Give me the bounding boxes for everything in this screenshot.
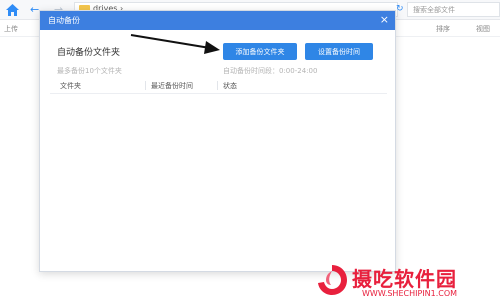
back-icon[interactable]: ← <box>30 3 39 16</box>
watermark-url: WWW.SHECHIPIN1.COM <box>362 289 458 298</box>
add-backup-folder-button[interactable]: 添加备份文件夹 <box>223 43 297 60</box>
set-backup-time-button[interactable]: 设置备份时间 <box>305 43 373 60</box>
backup-time-hint: 自动备份时间段：0:00-24:00 <box>223 67 318 75</box>
dialog-header: 自动备份 × <box>40 11 395 30</box>
dialog-title: 自动备份 <box>48 16 80 25</box>
search-input[interactable]: 搜索全部文件 <box>407 2 500 17</box>
column-divider <box>217 81 218 90</box>
view-button[interactable]: 视图 <box>476 24 490 34</box>
max-folders-hint: 最多备份10个文件夹 <box>57 67 122 75</box>
table-header: 文件夹 最近备份时间 状态 <box>50 78 387 94</box>
home-icon[interactable] <box>6 4 19 16</box>
watermark-title: 摄吃软件园 <box>352 267 457 291</box>
close-icon[interactable]: × <box>380 13 389 27</box>
column-header-status[interactable]: 状态 <box>223 81 237 91</box>
upload-button[interactable]: 上传 <box>4 24 18 34</box>
sort-button[interactable]: 排序 <box>436 24 450 34</box>
column-divider <box>145 81 146 90</box>
watermark-logo-icon <box>318 265 347 295</box>
search-placeholder: 搜索全部文件 <box>413 6 455 14</box>
section-title: 自动备份文件夹 <box>57 48 121 58</box>
annotation-arrow-icon <box>130 34 220 54</box>
refresh-icon[interactable]: ↻ <box>396 4 404 14</box>
column-header-folder[interactable]: 文件夹 <box>60 81 81 91</box>
column-header-last-backup[interactable]: 最近备份时间 <box>151 81 193 91</box>
